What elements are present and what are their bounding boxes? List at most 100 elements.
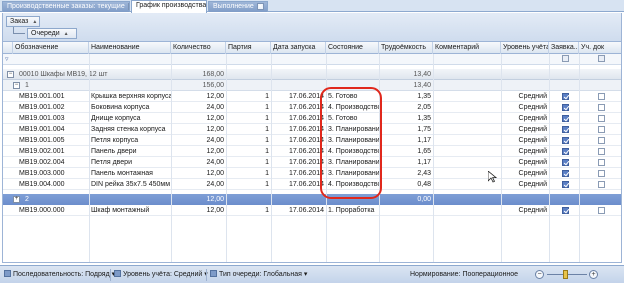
request-checkbox[interactable] — [562, 115, 569, 122]
column-header-comment[interactable]: Комментарий — [433, 42, 501, 54]
cell-code[interactable]: МВ19.000.000 — [17, 205, 89, 216]
collapse-icon[interactable]: − — [13, 82, 20, 89]
request-checkbox[interactable] — [562, 104, 569, 111]
request-checkbox[interactable] — [562, 181, 569, 188]
cell-qty[interactable]: 24,00 — [171, 135, 226, 146]
zoom-slider[interactable]: − + — [535, 270, 599, 280]
cell-date[interactable]: 17.06.2014 — [271, 179, 326, 190]
cell-name[interactable]: Панель двери — [89, 146, 171, 157]
account-doc-checkbox[interactable] — [598, 115, 605, 122]
cell-batch[interactable]: 1 — [226, 179, 271, 190]
cell-state[interactable]: 3. Планирование — [326, 124, 379, 135]
cell-code[interactable]: МВ19.001.005 — [17, 135, 89, 146]
cell-qty[interactable]: 24,00 — [171, 102, 226, 113]
account-doc-checkbox[interactable] — [598, 104, 605, 111]
account-doc-checkbox[interactable] — [598, 93, 605, 100]
cell-qty[interactable]: 12,00 — [171, 205, 226, 216]
cell-qty[interactable]: 12,00 — [171, 146, 226, 157]
level-selector[interactable]: Уровень учёта: Средний ▾ — [114, 270, 208, 280]
group-row-queue-1[interactable]: − 1 156,00 13,40 — [3, 80, 621, 91]
table-row[interactable]: МВ19.001.001 Крышка верхняя корпуса 12,00 1… — [3, 91, 621, 102]
account-doc-checkbox[interactable] — [598, 126, 605, 133]
cell-date[interactable]: 17.06.2014 — [271, 168, 326, 179]
account-doc-checkbox[interactable] — [598, 137, 605, 144]
cell-name[interactable]: Боковина корпуса — [89, 102, 171, 113]
cell-date[interactable]: 17.06.2014 — [271, 205, 326, 216]
column-header-date[interactable]: Дата запуска — [271, 42, 326, 54]
account-doc-checkbox[interactable] — [598, 207, 605, 214]
cell-name[interactable]: Задняя стенка корпуса — [89, 124, 171, 135]
cell-batch[interactable]: 1 — [226, 113, 271, 124]
cell-level[interactable]: Средний — [501, 91, 549, 102]
cell-code[interactable]: МВ19.002.004 — [17, 157, 89, 168]
column-header-batch[interactable]: Партия — [226, 42, 271, 54]
cell-qty[interactable]: 12,00 — [171, 113, 226, 124]
cell-qty[interactable]: 12,00 — [171, 91, 226, 102]
cell-batch[interactable]: 1 — [226, 124, 271, 135]
cell-qty[interactable]: 12,00 — [171, 168, 226, 179]
cell-state[interactable]: 4. Производство — [326, 146, 379, 157]
cell-qty[interactable]: 24,00 — [171, 157, 226, 168]
cell-code[interactable]: МВ19.002.001 — [17, 146, 89, 157]
cell-batch[interactable]: 1 — [226, 91, 271, 102]
cell-date[interactable]: 17.06.2014 — [271, 91, 326, 102]
column-header-name[interactable]: Наименование — [89, 42, 171, 54]
table-row[interactable]: МВ19.000.000 Шкаф монтажный 12,00 1 17.06.20… — [3, 205, 621, 216]
filter-checkbox-account-doc[interactable] — [598, 55, 605, 62]
cell-name[interactable]: Панель монтажная — [89, 168, 171, 179]
cell-qty[interactable]: 24,00 — [171, 179, 226, 190]
cell-state[interactable]: 3. Планирование — [326, 168, 379, 179]
table-row[interactable]: МВ19.002.001 Панель двери 12,00 1 17.06.2014… — [3, 146, 621, 157]
tab-production-orders[interactable]: Производственные заказы: текущие✕ — [2, 1, 130, 12]
cell-code[interactable]: МВ19.003.000 — [17, 168, 89, 179]
table-row[interactable]: МВ19.003.000 Панель монтажная 12,00 1 17.06.… — [3, 168, 621, 179]
cell-effort[interactable]: 1,75 — [379, 124, 433, 135]
cell-name[interactable]: Днище корпуса — [89, 113, 171, 124]
cell-batch[interactable]: 1 — [226, 157, 271, 168]
column-header-level[interactable]: Уровень учёта — [501, 42, 549, 54]
table-row[interactable]: МВ19.004.000 DIN рейка 35х7.5 450мм 24,00 1… — [3, 179, 621, 190]
zoom-thumb[interactable] — [563, 270, 568, 279]
cell-state[interactable]: 5. Готово — [326, 91, 379, 102]
tab-production-schedule[interactable]: График производства✕ — [131, 0, 207, 13]
sequence-selector[interactable]: Последовательность: Подряд ▾ — [4, 270, 115, 280]
request-checkbox[interactable] — [562, 137, 569, 144]
request-checkbox[interactable] — [562, 93, 569, 100]
cell-effort[interactable]: 1,35 — [379, 113, 433, 124]
cell-code[interactable]: МВ19.001.004 — [17, 124, 89, 135]
cell-code[interactable]: МВ19.001.003 — [17, 113, 89, 124]
cell-effort[interactable]: 0,48 — [379, 179, 433, 190]
cell-batch[interactable]: 1 — [226, 146, 271, 157]
account-doc-checkbox[interactable] — [598, 159, 605, 166]
cell-qty[interactable]: 12,00 — [171, 124, 226, 135]
column-header-account-doc[interactable]: Уч. док — [579, 42, 621, 54]
column-header-qty[interactable]: Количество — [171, 42, 226, 54]
cell-level[interactable]: Средний — [501, 146, 549, 157]
cell-batch[interactable]: 1 — [226, 135, 271, 146]
cell-name[interactable]: Крышка верхняя корпуса — [89, 91, 171, 102]
account-doc-checkbox[interactable] — [598, 181, 605, 188]
cell-effort[interactable] — [379, 205, 433, 216]
request-checkbox[interactable] — [562, 126, 569, 133]
cell-state[interactable]: 4. Производство — [326, 179, 379, 190]
cell-effort[interactable]: 2,43 — [379, 168, 433, 179]
filter-icon[interactable]: ▿ — [3, 54, 13, 65]
cell-date[interactable]: 17.06.2014 — [271, 157, 326, 168]
expand-icon[interactable]: + — [13, 196, 20, 203]
cell-code[interactable]: МВ19.001.002 — [17, 102, 89, 113]
cell-level[interactable]: Средний — [501, 205, 549, 216]
cell-state[interactable]: 3. Планирование — [326, 157, 379, 168]
cell-state[interactable]: 3. Планирование — [326, 135, 379, 146]
request-checkbox[interactable] — [562, 170, 569, 177]
cell-effort[interactable]: 1,17 — [379, 157, 433, 168]
queue-type-selector[interactable]: Тип очереди: Глобальная ▾ — [210, 270, 307, 280]
close-icon[interactable]: ✕ — [256, 3, 264, 10]
zoom-out-icon[interactable]: − — [535, 270, 544, 279]
cell-code[interactable]: МВ19.001.001 — [17, 91, 89, 102]
zoom-in-icon[interactable]: + — [589, 270, 598, 279]
cell-effort[interactable]: 2,05 — [379, 102, 433, 113]
cell-date[interactable]: 17.06.2014 — [271, 135, 326, 146]
account-doc-checkbox[interactable] — [598, 170, 605, 177]
account-doc-checkbox[interactable] — [598, 148, 605, 155]
close-icon[interactable]: ✕ — [127, 3, 129, 10]
